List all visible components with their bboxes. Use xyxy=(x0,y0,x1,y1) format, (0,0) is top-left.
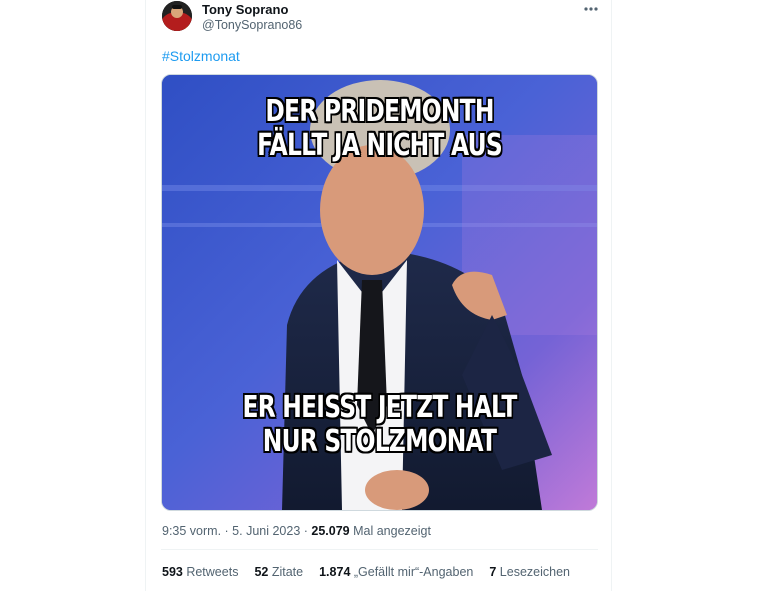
view-count: 25.079 xyxy=(311,524,350,538)
more-horizontal-icon xyxy=(584,7,598,11)
bookmarks-label: Lesezeichen xyxy=(496,565,570,579)
meme-bottom-text: ER HEISST JETZT HALT NUR STOLZMONAT xyxy=(210,391,549,459)
bookmarks-stat[interactable]: 7 Lesezeichen xyxy=(489,565,570,579)
tweet-media-image[interactable]: DER PRIDEMONTH FÄLLT JA NICHT AUS ER HEI… xyxy=(161,74,598,511)
retweets-count: 593 xyxy=(162,565,183,579)
tweet-metadata: 9:35 vorm. · 5. Juni 2023 · 25.079 Mal a… xyxy=(162,524,431,538)
likes-stat[interactable]: 1.874 „Gefällt mir“-Angaben xyxy=(319,565,473,579)
engagement-stats: 593 Retweets 52 Zitate 1.874 „Gefällt mi… xyxy=(162,565,570,579)
meme-top-line-2: FÄLLT JA NICHT AUS xyxy=(257,128,503,163)
meme-top-text: DER PRIDEMONTH FÄLLT JA NICHT AUS xyxy=(210,95,549,163)
likes-label: „Gefällt mir“-Angaben xyxy=(350,565,474,579)
avatar[interactable] xyxy=(162,1,192,31)
author-handle[interactable]: @TonySoprano86 xyxy=(202,18,302,32)
divider xyxy=(161,549,598,550)
likes-count: 1.874 xyxy=(319,565,351,579)
separator: · xyxy=(300,524,312,538)
avatar-image xyxy=(162,1,192,31)
tweet-date[interactable]: 5. Juni 2023 xyxy=(232,524,300,538)
meme-top-line-1: DER PRIDEMONTH xyxy=(265,94,494,129)
view-count-label: Mal angezeigt xyxy=(349,524,431,538)
tweet-time[interactable]: 9:35 vorm. xyxy=(162,524,221,538)
separator: · xyxy=(221,524,233,538)
quotes-count: 52 xyxy=(254,565,269,579)
column-border-left xyxy=(145,0,146,591)
retweets-stat[interactable]: 593 Retweets xyxy=(162,565,238,579)
column-border-right xyxy=(611,0,612,591)
more-button[interactable] xyxy=(580,0,602,18)
author-name[interactable]: Tony Soprano xyxy=(202,2,288,17)
meme-bottom-line-2: NUR STOLZMONAT xyxy=(262,424,497,459)
quotes-stat[interactable]: 52 Zitate xyxy=(254,565,303,579)
retweets-label: Retweets xyxy=(182,565,239,579)
meme-bottom-line-1: ER HEISST JETZT HALT xyxy=(242,390,517,425)
hashtag-link[interactable]: #Stolzmonat xyxy=(162,48,240,64)
quotes-label: Zitate xyxy=(268,565,304,579)
